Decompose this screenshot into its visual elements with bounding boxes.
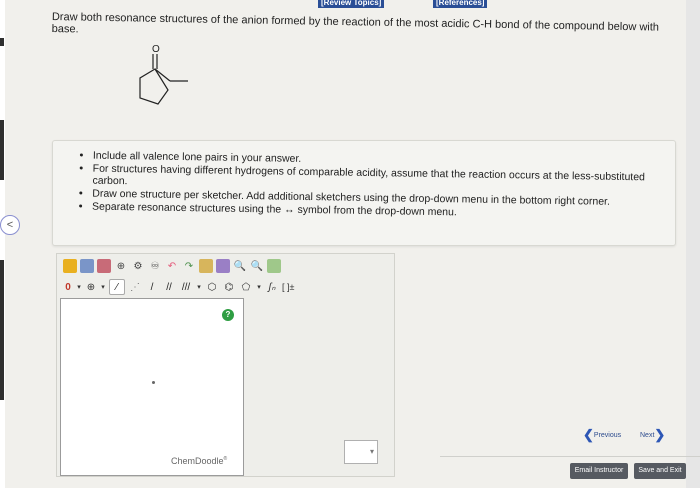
compound-structure: O: [139, 44, 188, 105]
clean-icon[interactable]: [267, 259, 281, 273]
edge-mark: [0, 38, 4, 46]
help-icon[interactable]: ?: [222, 309, 234, 321]
left-edge-bar: [0, 0, 5, 488]
drawing-canvas[interactable]: [60, 298, 244, 476]
chevron-down-icon[interactable]: ▾: [256, 280, 262, 294]
lasso-icon[interactable]: ⊕: [114, 259, 128, 273]
left-nav-circle[interactable]: <: [0, 215, 20, 235]
chevron-down-icon[interactable]: ▾: [76, 280, 82, 294]
previous-label: Previous: [593, 431, 622, 439]
cyclopentane-ring: [139, 68, 169, 105]
pentagon-ring-icon[interactable]: ⬠: [239, 280, 253, 294]
redo-icon[interactable]: ↷: [182, 259, 196, 273]
references-link[interactable]: [References]: [433, 0, 488, 8]
chemdoodle-brand: ChemDoodle®: [171, 456, 227, 466]
next-button[interactable]: Next ❯: [640, 427, 666, 442]
instructions-panel: Include all valence lone pairs in your a…: [52, 140, 676, 246]
edge-mark: [0, 120, 4, 180]
chevron-down-icon[interactable]: ▾: [196, 280, 202, 294]
methyl-bond: [154, 68, 171, 82]
plus-charge-icon[interactable]: ⊕: [85, 280, 97, 294]
double-bond-icon[interactable]: //: [162, 280, 176, 294]
hexagon-ring-icon[interactable]: ⬡: [205, 280, 219, 294]
paste-icon[interactable]: [216, 259, 230, 273]
zoom-out-icon[interactable]: 🔍: [250, 259, 264, 273]
email-instructor-button[interactable]: Email Instructor: [570, 463, 628, 479]
sketcher-dropdown[interactable]: ▾: [344, 440, 378, 464]
chevron-down-icon: ▾: [369, 447, 374, 456]
chevron-down-icon[interactable]: ▾: [100, 280, 106, 294]
single-bond-icon[interactable]: ⁄: [109, 279, 125, 295]
save-and-exit-button[interactable]: Save and Exit: [634, 463, 686, 479]
canvas-dot: [152, 381, 155, 384]
divider: [440, 456, 700, 457]
copy-icon[interactable]: [199, 259, 213, 273]
chevron-right-icon: ❯: [654, 427, 666, 442]
toolbar-row-top: ⊕ ⚙ ♾ ↶ ↷ 🔍 🔍: [63, 257, 281, 275]
registered-mark: ®: [223, 456, 228, 462]
charge-value[interactable]: 0: [63, 280, 73, 294]
undo-icon[interactable]: ↶: [165, 259, 179, 273]
instructions-list: Include all valence lone pairs in your a…: [52, 149, 675, 222]
right-scroll-edge: [686, 0, 700, 488]
edge-mark: [0, 260, 4, 400]
dashed-bond-icon[interactable]: ⋰: [128, 280, 142, 294]
chain-tool-icon[interactable]: ʃₙ: [265, 280, 279, 294]
ring-tool-icon[interactable]: ♾: [148, 259, 162, 273]
clear-icon[interactable]: [63, 259, 77, 273]
top-links-bar: [Review Topics] [References]: [0, 0, 700, 9]
brackets-icon[interactable]: [ ]±: [282, 280, 294, 294]
previous-button[interactable]: ❮ Previous: [583, 427, 622, 442]
next-label: Next: [640, 431, 655, 439]
zoom-in-icon[interactable]: 🔍: [233, 259, 247, 273]
review-topics-link[interactable]: [Review Topics]: [318, 0, 385, 8]
triple-bond-icon[interactable]: ///: [179, 280, 193, 294]
wedge-bond-icon[interactable]: /: [145, 280, 159, 294]
atom-map-icon[interactable]: ⚙: [131, 259, 145, 273]
benzene-ring-icon[interactable]: ⌬: [222, 280, 236, 294]
toolbar-row-bottom: 0 ▾ ⊕ ▾ ⁄ ⋰ / // /// ▾ ⬡ ⌬ ⬠ ▾ ʃₙ [ ]±: [63, 278, 294, 296]
chevron-left-icon: ❮: [583, 427, 594, 442]
eraser-icon[interactable]: [97, 259, 111, 273]
document-icon[interactable]: [80, 259, 94, 273]
chemdoodle-label: ChemDoodle: [171, 456, 224, 466]
oxygen-atom-label: O: [152, 44, 160, 55]
